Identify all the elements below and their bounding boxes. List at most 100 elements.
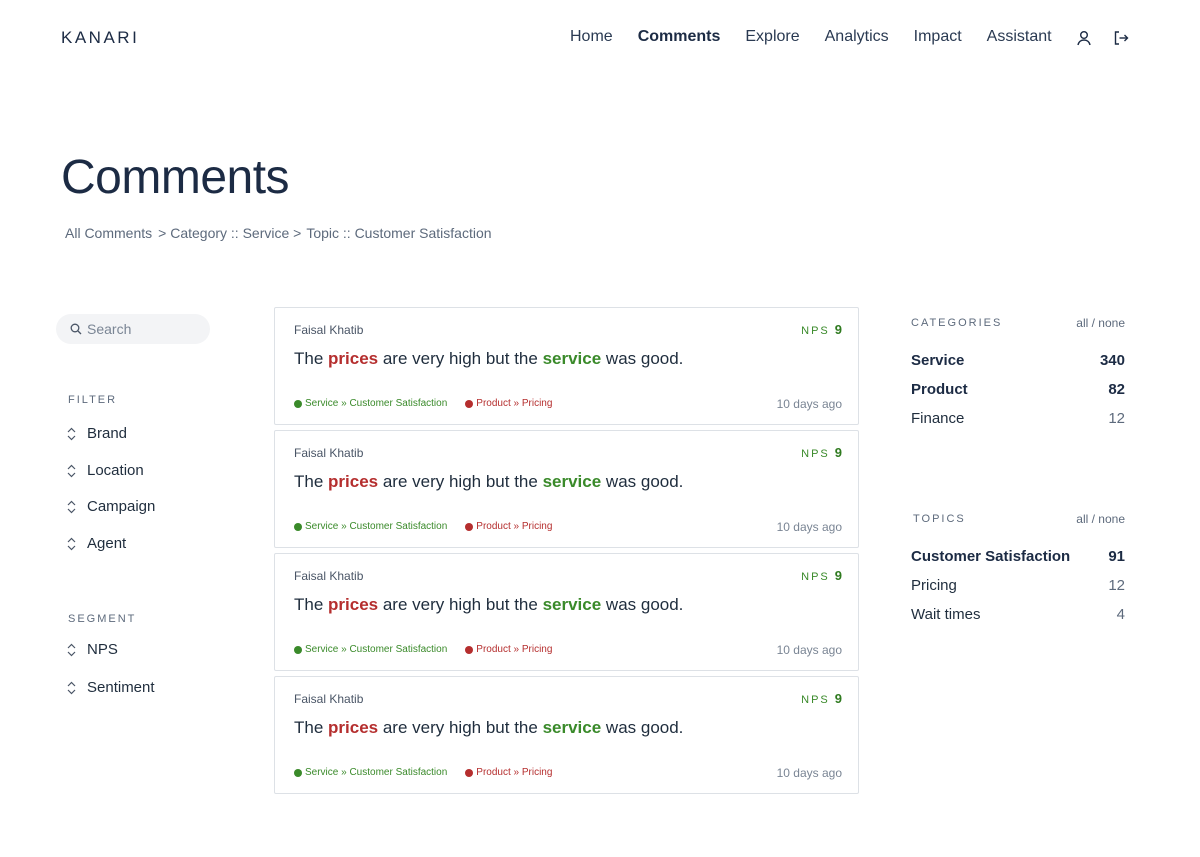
- breadcrumb-all-comments[interactable]: All Comments: [65, 225, 152, 241]
- breadcrumb: All Comments > Category :: Service > Top…: [65, 225, 492, 241]
- tag-service-customer-satisfaction[interactable]: Service » Customer Satisfaction: [294, 644, 447, 655]
- categories-label: CATEGORIES: [911, 317, 1003, 329]
- category-name: Service: [911, 352, 965, 369]
- nps-value: 9: [834, 691, 842, 706]
- dot-icon: [294, 522, 302, 531]
- search-input[interactable]: [87, 321, 197, 337]
- category-count: 82: [1108, 381, 1125, 398]
- topic-row-customer-satisfaction[interactable]: Customer Satisfaction 91: [911, 548, 1125, 565]
- segment-label-sentiment: Sentiment: [87, 679, 155, 696]
- positive-highlight: service: [542, 718, 602, 737]
- comment-author: Faisal Khatib: [294, 323, 364, 337]
- topic-count: 91: [1108, 548, 1125, 565]
- positive-highlight: service: [542, 595, 602, 614]
- positive-highlight: service: [542, 472, 602, 491]
- comment-text: The prices are very high but the service…: [294, 595, 684, 614]
- topics-all-none-toggle[interactable]: all / none: [1076, 512, 1125, 526]
- breadcrumb-topic[interactable]: Topic :: Customer Satisfaction: [306, 225, 491, 241]
- segment-label: SEGMENT: [68, 613, 137, 625]
- topic-row-wait-times[interactable]: Wait times 4: [911, 606, 1125, 623]
- nav-explore[interactable]: Explore: [745, 28, 799, 46]
- comment-text: The prices are very high but the service…: [294, 472, 684, 491]
- nav-home[interactable]: Home: [570, 28, 613, 46]
- comment-timestamp: 10 days ago: [776, 643, 842, 657]
- positive-highlight: service: [542, 349, 602, 368]
- nav-comments[interactable]: Comments: [638, 28, 721, 46]
- breadcrumb-category[interactable]: > Category :: Service >: [158, 225, 301, 241]
- nps-label: NPS: [801, 571, 830, 583]
- page-title: Comments: [61, 151, 290, 204]
- comment-card[interactable]: Faisal Khatib NPS 9 The prices are very …: [274, 430, 859, 548]
- dot-icon: [465, 522, 474, 531]
- nps-value: 9: [834, 568, 842, 583]
- negative-highlight: prices: [328, 718, 379, 737]
- sort-icon: [67, 427, 76, 440]
- tag-product-pricing[interactable]: Product » Pricing: [465, 398, 552, 409]
- tag-service-customer-satisfaction[interactable]: Service » Customer Satisfaction: [294, 398, 447, 409]
- topics-label: TOPICS: [913, 513, 966, 525]
- tag-product-pricing[interactable]: Product » Pricing: [465, 521, 552, 532]
- user-icon[interactable]: [1075, 29, 1093, 47]
- filter-campaign[interactable]: Campaign: [66, 498, 155, 515]
- tag-service-customer-satisfaction[interactable]: Service » Customer Satisfaction: [294, 767, 447, 778]
- nav-assistant[interactable]: Assistant: [987, 28, 1052, 46]
- comment-timestamp: 10 days ago: [776, 397, 842, 411]
- tag-service-customer-satisfaction[interactable]: Service » Customer Satisfaction: [294, 521, 447, 532]
- comment-card[interactable]: Faisal Khatib NPS 9 The prices are very …: [274, 553, 859, 671]
- search-icon: [70, 323, 82, 335]
- sort-icon: [67, 681, 76, 694]
- filter-brand[interactable]: Brand: [66, 425, 127, 442]
- logout-icon[interactable]: [1112, 29, 1130, 47]
- filter-agent[interactable]: Agent: [66, 535, 126, 552]
- filter-location[interactable]: Location: [66, 462, 144, 479]
- nps-score: NPS 9: [801, 445, 842, 460]
- nav-impact[interactable]: Impact: [914, 28, 962, 46]
- comment-card[interactable]: Faisal Khatib NPS 9 The prices are very …: [274, 676, 859, 794]
- comment-author: Faisal Khatib: [294, 446, 364, 460]
- nps-score: NPS 9: [801, 691, 842, 706]
- topic-row-pricing[interactable]: Pricing 12: [911, 577, 1125, 594]
- dot-icon: [465, 399, 474, 408]
- main-nav: Home Comments Explore Analytics Impact A…: [570, 28, 1077, 46]
- category-count: 12: [1108, 410, 1125, 427]
- filter-label-brand: Brand: [87, 425, 128, 442]
- category-count: 340: [1099, 352, 1125, 369]
- negative-highlight: prices: [328, 595, 379, 614]
- negative-highlight: prices: [328, 472, 379, 491]
- nps-score: NPS 9: [801, 568, 842, 583]
- sort-icon: [67, 643, 76, 656]
- category-row-finance[interactable]: Finance 12: [911, 410, 1125, 427]
- tag-product-pricing[interactable]: Product » Pricing: [465, 644, 552, 655]
- category-row-product[interactable]: Product 82: [911, 381, 1125, 398]
- dot-icon: [465, 768, 474, 777]
- comment-timestamp: 10 days ago: [776, 520, 842, 534]
- app-logo[interactable]: KANARI: [61, 28, 139, 48]
- nps-value: 9: [834, 322, 842, 337]
- comment-author: Faisal Khatib: [294, 692, 364, 706]
- nps-label: NPS: [801, 325, 830, 337]
- segment-label-nps: NPS: [87, 641, 118, 658]
- topic-count: 4: [1116, 606, 1125, 623]
- filter-label-agent: Agent: [87, 535, 127, 552]
- segment-sentiment[interactable]: Sentiment: [66, 679, 155, 696]
- nps-label: NPS: [801, 694, 830, 706]
- sort-icon: [67, 537, 76, 550]
- nps-score: NPS 9: [801, 322, 842, 337]
- categories-all-none-toggle[interactable]: all / none: [1076, 316, 1125, 330]
- dot-icon: [465, 645, 474, 654]
- nps-label: NPS: [801, 448, 830, 460]
- nps-value: 9: [834, 445, 842, 460]
- comment-author: Faisal Khatib: [294, 569, 364, 583]
- filter-label: FILTER: [68, 394, 118, 406]
- filter-label-location: Location: [87, 462, 144, 479]
- nav-analytics[interactable]: Analytics: [825, 28, 889, 46]
- comment-timestamp: 10 days ago: [776, 766, 842, 780]
- tag-product-pricing[interactable]: Product » Pricing: [465, 767, 552, 778]
- comment-card[interactable]: Faisal Khatib NPS 9 The prices are very …: [274, 307, 859, 425]
- topic-name: Pricing: [911, 577, 957, 594]
- dot-icon: [294, 399, 302, 408]
- sort-icon: [67, 500, 76, 513]
- negative-highlight: prices: [328, 349, 379, 368]
- segment-nps[interactable]: NPS: [66, 641, 118, 658]
- category-row-service[interactable]: Service 340: [911, 352, 1125, 369]
